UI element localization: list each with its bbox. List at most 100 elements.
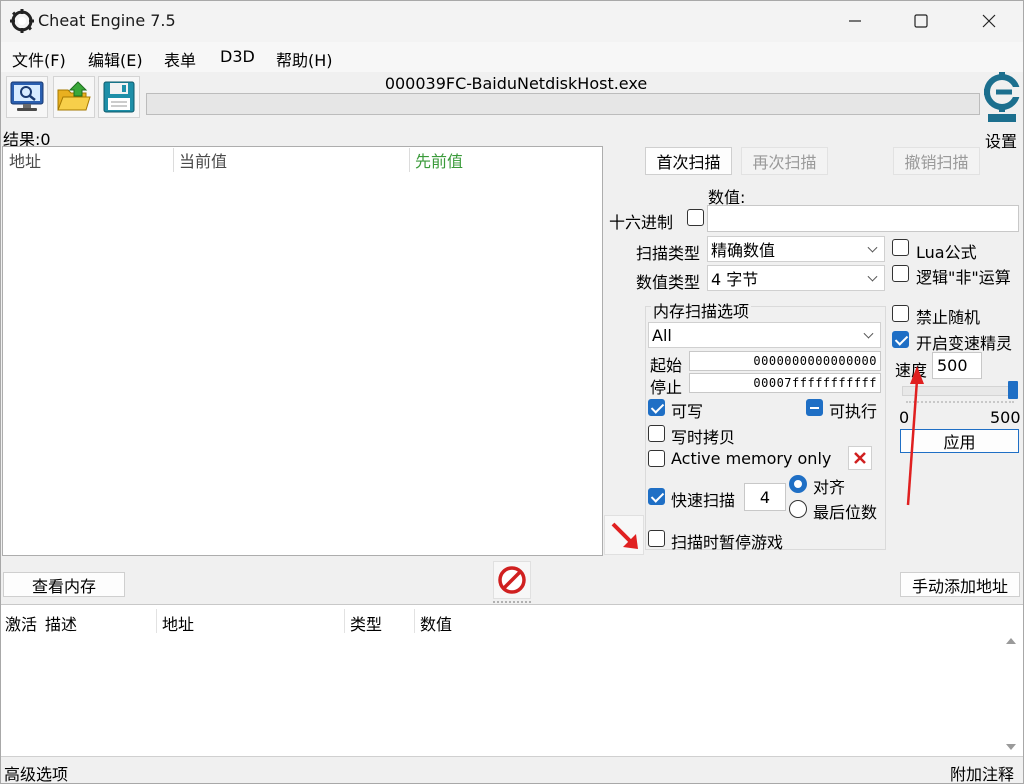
scroll-down-arrow-icon[interactable] [1006,744,1016,750]
undo-scan-button[interactable]: 撤销扫描 [893,147,980,175]
scan-progress-bar [146,93,980,115]
chevron-down-icon [867,242,878,253]
chevron-down-icon [867,271,878,282]
value-type-select[interactable]: 4 字节 [707,265,885,291]
table-comments-button[interactable]: 附加注释 [950,761,1014,784]
writable-checkbox[interactable] [648,399,665,416]
copy-on-write-label: 写时拷贝 [671,428,736,447]
stop-address-label: 停止 [650,378,683,397]
col-divider[interactable] [156,609,157,633]
hex-checkbox[interactable] [687,209,704,226]
col-address[interactable]: 地址 [9,148,41,172]
executable-checkbox[interactable] [806,399,823,416]
stop-scan-button[interactable] [493,561,531,599]
close-red-icon [854,452,866,464]
logical-not-checkbox[interactable] [892,265,909,282]
stop-address-input[interactable]: 00007fffffffffff [689,373,881,393]
save-file-button[interactable] [98,76,140,118]
cheat-table-list[interactable] [0,604,1024,756]
view-memory-button[interactable]: 查看内存 [3,572,125,597]
active-memory-label: Active memory only [671,449,832,468]
first-scan-button[interactable]: 首次扫描 [645,147,732,175]
computer-icon [10,81,44,111]
menu-edit[interactable]: 编辑(E) [88,47,143,71]
last-digits-radio[interactable] [789,500,807,518]
add-address-manually-button[interactable]: 手动添加地址 [900,572,1020,597]
speed-input[interactable]: 500 [932,352,982,379]
col-value[interactable]: 数值 [420,611,452,635]
pause-game-label: 扫描时暂停游戏 [671,533,784,552]
advanced-options-button[interactable]: 高级选项 [4,761,68,784]
start-address-label: 起始 [650,356,683,375]
red-arrow-icon [611,522,638,549]
annotation-arrow-box [604,515,644,555]
copy-on-write-checkbox[interactable] [648,425,665,442]
minimize-icon [849,20,861,22]
slider-max-label: 500 [990,408,1021,427]
chevron-down-icon [863,328,874,339]
menu-d3d[interactable]: D3D [220,47,255,66]
writable-label: 可写 [671,402,704,421]
menu-file[interactable]: 文件(F) [12,47,66,71]
speedhack-checkbox[interactable] [892,331,909,348]
fast-scan-checkbox[interactable] [648,488,665,505]
save-disk-icon [103,81,135,113]
speed-slider-thumb[interactable] [1008,381,1018,399]
red-arrow-annotation-icon [906,366,924,506]
speedhack-label: 开启变速精灵 [916,334,1013,353]
col-divider[interactable] [344,609,345,633]
close-button[interactable] [966,0,1012,42]
maximize-button[interactable] [898,0,944,42]
close-icon [982,14,996,28]
col-divider[interactable] [414,609,415,633]
col-list-address[interactable]: 地址 [162,611,194,635]
active-memory-checkbox[interactable] [648,450,665,467]
hex-label: 十六进制 [609,213,674,232]
lua-formula-label: Lua公式 [916,243,977,262]
col-divider[interactable] [409,148,410,172]
fast-scan-label: 快速扫描 [671,491,736,510]
memory-region-select[interactable]: All [648,322,881,348]
scan-type-label: 扫描类型 [636,244,701,263]
splitter-grip[interactable] [493,601,531,603]
settings-label[interactable]: 设置 [985,128,1017,152]
process-name: 000039FC-BaiduNetdiskHost.exe [384,74,648,93]
logical-not-label: 逻辑"非"运算 [916,268,1011,287]
scan-type-select[interactable]: 精确数值 [707,236,885,262]
status-bar [0,756,1024,784]
memory-options-title: 内存扫描选项 [651,298,752,322]
scroll-up-arrow-icon[interactable] [1006,638,1016,644]
col-active[interactable]: 激活 [5,611,37,635]
fast-scan-alignment-input[interactable]: 4 [744,483,786,511]
open-folder-icon [57,81,91,111]
cheat-engine-logo-icon[interactable] [982,70,1022,126]
maximize-icon [914,14,928,28]
col-current-value[interactable]: 当前值 [179,148,227,172]
cheat-engine-icon [10,9,34,33]
next-scan-button[interactable]: 再次扫描 [741,147,828,175]
col-description[interactable]: 描述 [45,611,77,635]
minimize-button[interactable] [832,0,878,42]
window-title: Cheat Engine 7.5 [38,11,176,30]
found-addresses-list[interactable] [2,146,603,556]
last-digits-label: 最后位数 [813,503,878,522]
clear-active-memory-button[interactable] [848,446,872,470]
alignment-radio[interactable] [789,475,807,493]
no-random-checkbox[interactable] [892,305,909,322]
menu-help[interactable]: 帮助(H) [276,47,333,71]
lua-formula-checkbox[interactable] [892,239,909,256]
value-type-label: 数值类型 [636,273,701,292]
pause-game-checkbox[interactable] [648,530,665,547]
menu-bar [0,42,1024,72]
value-input[interactable] [707,205,1019,232]
stop-icon [498,566,526,594]
menu-table[interactable]: 表单 [164,47,196,71]
open-file-button[interactable] [53,76,95,118]
col-divider[interactable] [173,148,174,172]
select-process-button[interactable] [6,76,48,118]
executable-label: 可执行 [829,402,878,421]
alignment-label: 对齐 [813,478,846,497]
col-type[interactable]: 类型 [350,611,382,635]
col-previous-value[interactable]: 先前值 [415,148,463,172]
start-address-input[interactable]: 0000000000000000 [689,351,881,371]
